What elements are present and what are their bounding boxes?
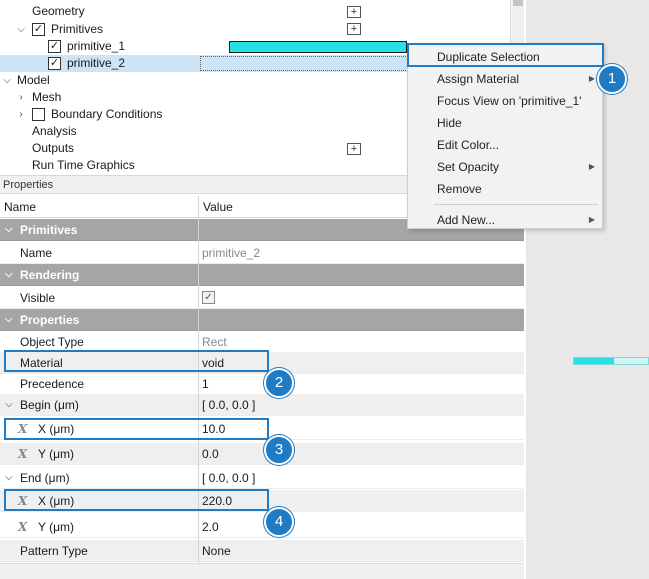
begin-value: [ 0.0, 0.0 ] [202,398,256,412]
boundary-conditions-checkbox[interactable] [32,108,45,121]
property-label: Visible [20,291,56,305]
menu-item-assign-material[interactable]: Assign Material ▶ [409,68,601,90]
callout-number-2: 2 [264,368,294,398]
menu-item-add-new[interactable]: Add New... ▶ [409,209,601,231]
group-label: Rendering [20,268,80,282]
chevron-down-icon[interactable]: ⌵ [5,219,13,241]
pattern-type-value[interactable]: None [202,540,231,562]
property-label: Y (μm) [38,447,75,461]
menu-item-label: Set Opacity [437,160,500,174]
highlight-end-x [4,489,269,511]
primitives-checkbox[interactable]: ✓ [32,23,45,36]
chevron-down-icon[interactable]: ⌵ [16,21,26,38]
highlight-begin-x [4,418,269,440]
menu-item-label: Edit Color... [437,138,500,152]
menu-item-label: Assign Material [437,72,520,86]
chevron-right-icon[interactable]: › [16,89,26,106]
properties-horizontal-scrollbar[interactable] [0,563,524,579]
property-label: Y (μm) [38,520,75,534]
chevron-down-icon[interactable]: ⌵ [5,467,13,489]
visible-checkbox[interactable]: ✓ [202,291,215,304]
property-row-visible[interactable]: Visible ✓ [0,287,524,309]
begin-y-value[interactable]: 0.0 [202,443,219,465]
callout-number-3: 3 [264,435,294,465]
primitive-2-color-swatch[interactable] [200,56,408,71]
property-row-begin[interactable]: ⌵ Begin (μm) [ 0.0, 0.0 ] [0,394,524,416]
chevron-down-icon[interactable]: ⌵ [5,264,13,286]
end-y-value[interactable]: 2.0 [202,516,219,538]
property-label: Begin (μm) [20,398,79,412]
tree-item-label: Model [17,73,50,87]
property-row-end-y[interactable]: X Y (μm) 2.0 [0,516,524,538]
end-value: [ 0.0, 0.0 ] [202,471,256,485]
add-primitive-button[interactable]: + [347,23,361,35]
group-label: Properties [20,313,80,327]
menu-item-label: Add New... [437,213,496,227]
highlight-duplicate-selection [407,43,604,67]
context-menu: Duplicate Selection Assign Material ▶ Foc… [407,43,603,229]
group-rendering[interactable]: ⌵ Rendering [0,264,524,286]
menu-separator [434,204,598,205]
property-row-begin-y[interactable]: X Y (μm) 0.0 [0,443,524,465]
property-row-name[interactable]: Name primitive_2 [0,242,524,264]
highlight-material [4,350,269,372]
tree-item-label: primitive_2 [67,56,126,70]
menu-item-label: Focus View on 'primitive_1' [437,94,582,108]
property-label: Pattern Type [20,544,88,558]
property-row-end[interactable]: ⌵ End (μm) [ 0.0, 0.0 ] [0,467,524,489]
viewport-primitive-preview [573,357,649,365]
tree-item-label: Outputs [32,141,75,155]
submenu-arrow-icon: ▶ [588,162,595,171]
tree-item-label: Analysis [32,124,77,138]
variable-x-icon: X [18,447,28,461]
menu-item-label: Remove [437,182,482,196]
primitive-1-color-swatch[interactable] [229,41,407,53]
column-divider[interactable] [198,196,199,579]
variable-x-icon: X [18,520,28,534]
tree-item-label: Geometry [32,4,85,18]
group-label: Primitives [20,223,78,237]
callout-number-1: 1 [597,64,627,94]
property-value[interactable]: primitive_2 [202,242,260,264]
chevron-down-icon[interactable]: ⌵ [2,72,12,89]
tree-item-primitives[interactable]: ⌵ ✓ Primitives [0,21,510,38]
tree-item-geometry[interactable]: Geometry [0,3,510,20]
callout-number-4: 4 [264,507,294,537]
property-row-pattern-type[interactable]: Pattern Type None [0,540,524,562]
menu-item-remove[interactable]: Remove [409,178,601,200]
menu-item-label: Hide [437,116,462,130]
primitive-2-checkbox[interactable]: ✓ [48,57,61,70]
chevron-down-icon[interactable]: ⌵ [5,309,13,331]
tree-item-label: Primitives [51,22,104,36]
property-label: End (μm) [20,471,70,485]
add-output-button[interactable]: + [347,143,361,155]
property-label: Precedence [20,377,85,391]
tree-item-label: Mesh [32,90,62,104]
tree-item-label: Run Time Graphics [32,158,135,172]
chevron-down-icon[interactable]: ⌵ [5,394,13,416]
menu-item-set-opacity[interactable]: Set Opacity ▶ [409,156,601,178]
tree-item-label: primitive_1 [67,39,126,53]
property-label: Name [20,246,53,260]
precedence-value[interactable]: 1 [202,373,209,395]
column-name-header[interactable]: Name [4,200,36,214]
property-row-precedence[interactable]: Precedence 1 [0,373,524,395]
primitive-1-checkbox[interactable]: ✓ [48,40,61,53]
menu-item-focus-view[interactable]: Focus View on 'primitive_1' [409,90,601,112]
submenu-arrow-icon: ▶ [588,74,595,83]
add-geometry-button[interactable]: + [347,6,361,18]
submenu-arrow-icon: ▶ [588,215,595,224]
chevron-right-icon[interactable]: › [16,106,26,123]
menu-item-edit-color[interactable]: Edit Color... [409,134,601,156]
menu-item-hide[interactable]: Hide [409,112,601,134]
column-value-header[interactable]: Value [203,200,233,214]
group-properties[interactable]: ⌵ Properties [0,309,524,331]
tree-item-label: Boundary Conditions [51,107,163,121]
